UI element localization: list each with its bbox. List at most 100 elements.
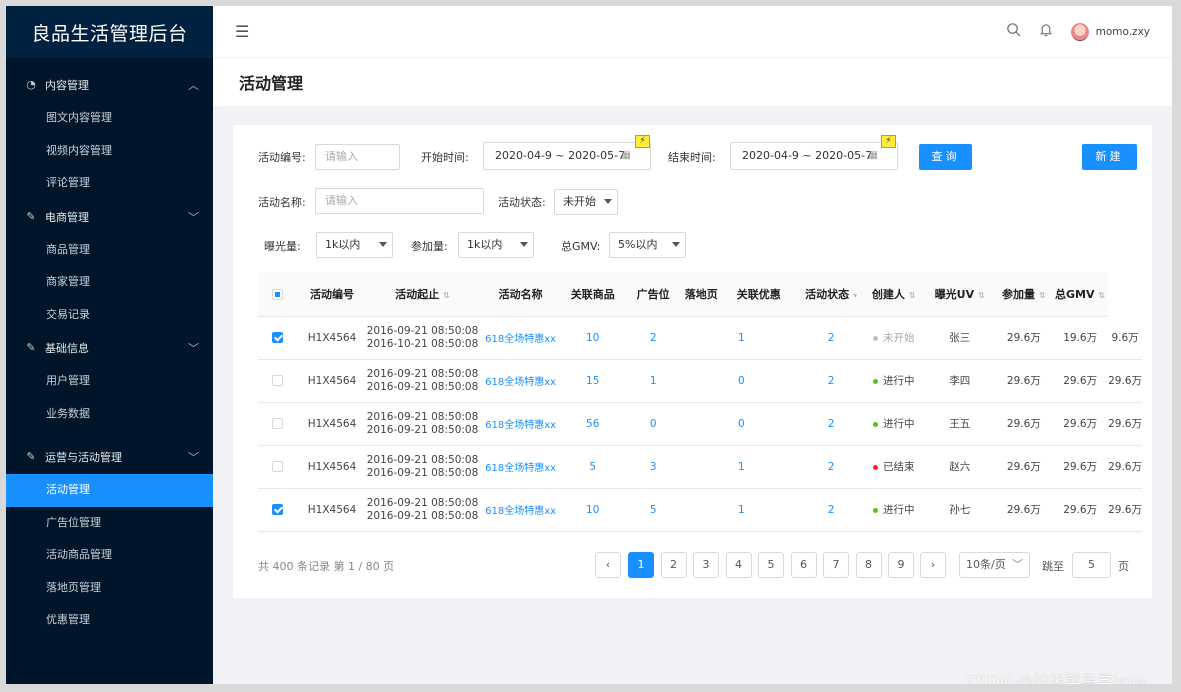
menu-fold-icon[interactable]: ☰ [235, 22, 249, 41]
gmv-select[interactable]: 5%以内 [609, 232, 686, 258]
row-checkbox[interactable] [272, 375, 284, 386]
page-button[interactable]: 3 [693, 552, 719, 578]
row-select-cell[interactable] [258, 488, 298, 532]
search-icon[interactable] [1006, 22, 1021, 41]
sort-icon[interactable]: ⇅ [978, 291, 985, 300]
cell-goods-link[interactable]: 5 [562, 445, 623, 489]
sidebar-item[interactable]: 广告位管理 [6, 507, 213, 540]
next-page-button[interactable]: › [920, 552, 946, 578]
activity-status-select[interactable]: 未开始 [554, 189, 618, 215]
col-header-join[interactable]: 参加量 ⇅ [995, 272, 1053, 317]
cell-name-link[interactable]: 618全场特惠xx [478, 488, 563, 532]
jump-input[interactable]: 5 [1072, 552, 1111, 578]
sidebar-item[interactable]: 图文内容管理 [6, 102, 213, 135]
sidebar-item[interactable]: 活动管理 [6, 474, 213, 507]
sidebar-group[interactable]: ◔ 内容管理 ︿ [6, 68, 213, 102]
cell-coupons-link[interactable]: 2 [798, 402, 864, 446]
cell-goods-link[interactable]: 10 [562, 488, 623, 532]
sidebar-item[interactable]: 交易记录 [6, 299, 213, 332]
page-button[interactable]: 8 [855, 552, 882, 578]
row-checkbox[interactable] [272, 461, 284, 472]
row-select-cell[interactable] [258, 359, 298, 403]
col-header-period[interactable]: 活动起止 ⇅ [366, 272, 479, 317]
query-button[interactable]: 查询 [919, 144, 972, 170]
select-all-checkbox[interactable] [272, 288, 284, 300]
page-button[interactable]: 9 [888, 552, 914, 578]
row-checkbox[interactable] [272, 332, 284, 343]
cell-landing-link[interactable]: 0 [683, 402, 799, 446]
sort-icon[interactable]: ⇅ [1099, 291, 1106, 300]
col-header-gmv[interactable]: 总GMV ⇅ [1052, 272, 1109, 317]
prev-page-button[interactable]: ‹ [595, 552, 621, 578]
sidebar-item[interactable]: 用户管理 [6, 365, 213, 398]
cell-coupons-link[interactable]: 2 [798, 445, 864, 489]
sidebar-item[interactable]: 商家管理 [6, 266, 213, 299]
table-row[interactable]: H1X4564 2016-09-21 08:50:08 2016-09-21 08:… [258, 402, 1142, 446]
page-button[interactable]: 5 [758, 552, 784, 578]
sidebar-item[interactable]: 落地页管理 [6, 572, 213, 605]
sidebar-group[interactable]: ✎ 基础信息 ﹀ [6, 331, 213, 365]
row-select-cell[interactable] [258, 316, 298, 360]
cell-ads-link[interactable]: 5 [622, 488, 684, 532]
page-button[interactable]: 2 [660, 552, 687, 578]
activity-id-input[interactable]: 请输入 [315, 144, 400, 170]
page-button[interactable]: 6 [790, 552, 817, 578]
cell-coupons-link[interactable]: 2 [798, 316, 864, 360]
cell-name-link[interactable]: 618全场特惠xx [478, 402, 563, 446]
cell-ads-link[interactable]: 3 [622, 445, 684, 489]
page-button[interactable]: 1 [628, 552, 654, 578]
new-button[interactable]: 新建 [1082, 144, 1137, 170]
row-checkbox[interactable] [272, 504, 284, 515]
sort-icon[interactable]: ⇅ [443, 291, 450, 300]
row-checkbox[interactable] [272, 418, 284, 429]
row-select-cell[interactable] [258, 402, 298, 446]
cell-goods-link[interactable]: 10 [562, 316, 623, 360]
cell-landing-link[interactable]: 1 [683, 488, 799, 532]
sort-icon[interactable]: ⇅ [909, 291, 916, 300]
col-header-creator[interactable]: 创建人 ⇅ [863, 272, 925, 317]
cell-coupons-link[interactable]: 2 [798, 359, 864, 403]
select-all-cell[interactable] [258, 272, 298, 317]
username[interactable]: momo.zxy [1096, 26, 1150, 38]
col-header-uv[interactable]: 曝光UV ⇅ [924, 272, 996, 317]
sidebar-item[interactable]: 评论管理 [6, 167, 213, 200]
sidebar-group[interactable]: ✎ 运营与活动管理 ﹀ [6, 440, 213, 474]
cell-ads-link[interactable]: 1 [622, 359, 684, 403]
avatar[interactable] [1070, 22, 1089, 41]
col-header-label: 参加量 [1001, 287, 1035, 301]
activity-name-input[interactable]: 请输入 [315, 188, 484, 214]
sidebar-group[interactable]: ✎ 电商管理 ﹀ [6, 200, 213, 234]
cell-name-link[interactable]: 618全场特惠xx [478, 445, 563, 489]
sort-icon[interactable]: ⇅ [1039, 291, 1046, 300]
cell-coupons-link[interactable]: 2 [798, 488, 864, 532]
start-time-range[interactable]: 2020-04-9 ~ 2020-05-7 ▦ [483, 142, 651, 170]
sidebar-item[interactable]: 优惠管理 [6, 604, 213, 637]
cell-name-link[interactable]: 618全场特惠xx [478, 359, 563, 403]
cell-ads-link[interactable]: 0 [622, 402, 684, 446]
cell-goods-link[interactable]: 15 [562, 359, 623, 403]
cell-goods-link[interactable]: 56 [562, 402, 623, 446]
cell-ads-link[interactable]: 2 [622, 316, 684, 360]
cell-name-link[interactable]: 618全场特惠xx [478, 316, 563, 360]
participation-select[interactable]: 1k以内 [458, 232, 534, 258]
exposure-select[interactable]: 1k以内 [316, 232, 393, 258]
sidebar-item[interactable]: 业务数据 [6, 398, 213, 431]
table-row[interactable]: H1X4564 2016-09-21 08:50:08 2016-09-21 08:… [258, 445, 1142, 489]
cell-landing-link[interactable]: 1 [683, 445, 799, 489]
bell-icon[interactable] [1039, 22, 1053, 41]
end-time-range[interactable]: 2020-04-9 ~ 2020-05-7 ▦ [730, 142, 898, 170]
page-size-select[interactable]: 10条/页 ﹀ [959, 552, 1030, 578]
table-row[interactable]: H1X4564 2016-09-21 08:50:08 2016-09-21 08:… [258, 488, 1142, 532]
cell-landing-link[interactable]: 1 [683, 316, 799, 360]
filter-icon[interactable]: ▾ [853, 291, 857, 300]
page-button[interactable]: 4 [725, 552, 752, 578]
page-button[interactable]: 7 [823, 552, 849, 578]
sidebar-item[interactable]: 商品管理 [6, 234, 213, 267]
sidebar-item[interactable]: 视频内容管理 [6, 135, 213, 168]
row-select-cell[interactable] [258, 445, 298, 489]
table-row[interactable]: H1X4564 2016-09-21 08:50:08 2016-09-21 08:… [258, 359, 1142, 403]
table-row[interactable]: H1X4564 2016-09-21 08:50:08 2016-10-21 08:… [258, 316, 1142, 360]
cell-landing-link[interactable]: 0 [683, 359, 799, 403]
col-header-status[interactable]: 活动状态 ▾ [798, 272, 864, 317]
sidebar-item[interactable]: 活动商品管理 [6, 539, 213, 572]
